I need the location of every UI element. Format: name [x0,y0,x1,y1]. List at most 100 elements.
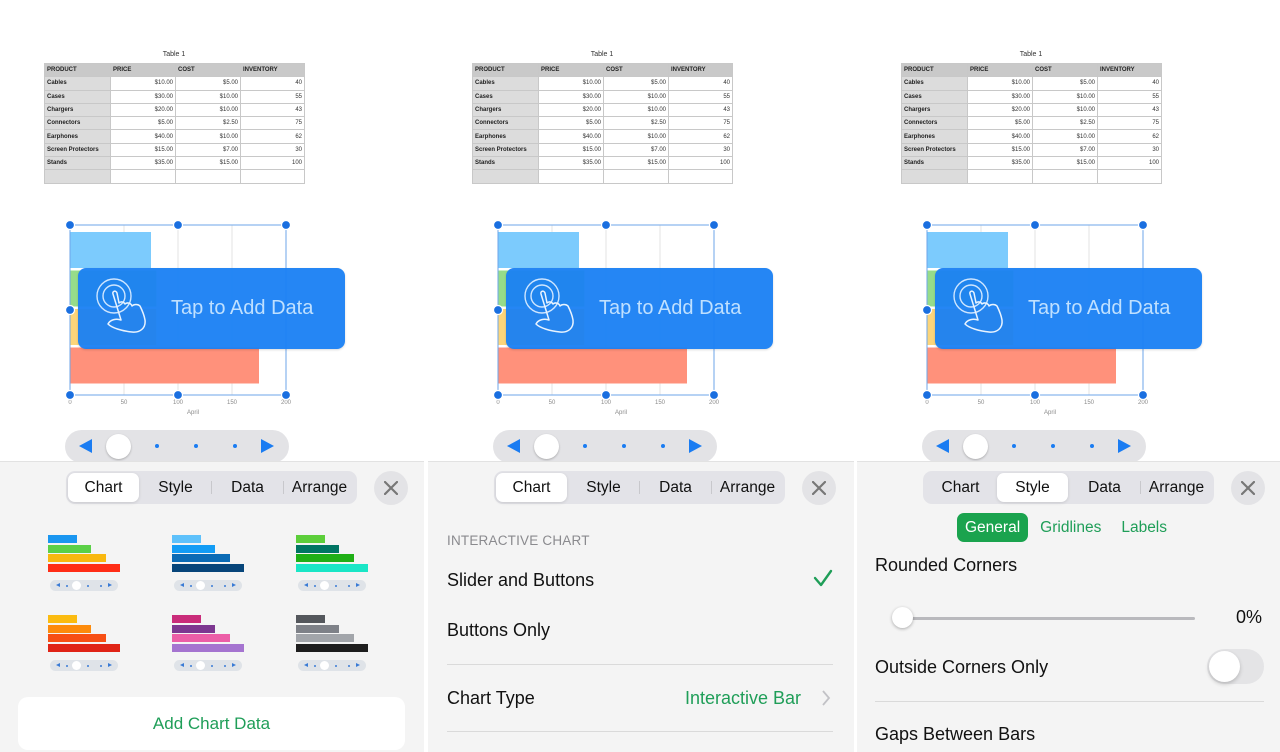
table-cell[interactable]: $10.00 [1032,89,1098,104]
table-row[interactable]: Cases $30.00 $10.00 55 [44,89,305,104]
previous-triangle-icon[interactable] [507,439,520,453]
bar-4[interactable] [927,347,1116,384]
table-cell[interactable]: $5.00 [1032,76,1098,91]
tab-data[interactable]: Data [1069,473,1140,502]
rounded-corners-slider-track[interactable] [902,617,1195,620]
bar-4[interactable] [70,347,259,384]
table-cell[interactable]: 100 [1097,156,1162,171]
table-cell[interactable]: $30.00 [967,89,1033,104]
table-cell[interactable] [603,169,669,184]
row-header-cell[interactable] [472,169,539,184]
bar-4[interactable] [498,347,687,384]
close-button[interactable] [374,471,408,505]
table-row[interactable]: Screen Protectors $15.00 $7.00 30 [901,142,1162,158]
table-cell[interactable]: $15.00 [967,142,1033,158]
table-cell[interactable]: $10.00 [175,89,241,104]
column-header[interactable]: INVENTORY [1097,62,1162,78]
table-cell[interactable] [967,169,1033,184]
row-header-cell[interactable]: Connectors [44,116,111,131]
table-cell[interactable]: 30 [668,142,733,158]
tab-style[interactable]: Style [568,473,639,502]
column-header[interactable]: PRODUCT [472,62,539,78]
option-slider-and-buttons[interactable]: Slider and Buttons [447,569,833,591]
table-cell[interactable] [240,169,305,184]
previous-triangle-icon[interactable] [79,439,92,453]
resize-handle[interactable] [492,219,504,231]
tab-arrange[interactable]: Arrange [284,473,355,502]
tab-arrange[interactable]: Arrange [1141,473,1212,502]
resize-handle[interactable] [1029,389,1041,401]
tab-chart[interactable]: Chart [68,473,139,502]
table-row[interactable]: Screen Protectors $15.00 $7.00 30 [472,142,733,158]
table-row[interactable]: Cables $10.00 $5.00 40 [472,76,733,91]
table-cell[interactable]: $15.00 [110,142,176,158]
column-header[interactable]: PRICE [110,62,176,78]
table-cell[interactable]: 100 [668,156,733,171]
resize-handle[interactable] [64,304,76,316]
row-header-cell[interactable]: Chargers [472,102,539,118]
chart-style-option[interactable] [296,535,370,595]
row-header-cell[interactable]: Stands [472,156,539,171]
table-cell[interactable]: $35.00 [538,156,604,171]
step-dot[interactable] [622,444,626,448]
row-header-cell[interactable]: Cables [44,76,111,91]
resize-handle[interactable] [708,389,720,401]
resize-handle[interactable] [600,389,612,401]
table-cell[interactable]: $5.00 [175,76,241,91]
table-cell[interactable]: $10.00 [1032,129,1098,144]
row-header-cell[interactable]: Chargers [901,102,968,118]
table-cell[interactable]: $15.00 [1032,156,1098,171]
column-header[interactable]: PRICE [967,62,1033,78]
table-cell[interactable]: $5.00 [538,116,604,131]
resize-handle[interactable] [64,219,76,231]
table-cell[interactable]: $30.00 [538,89,604,104]
table-cell[interactable]: 62 [668,129,733,144]
resize-handle[interactable] [172,389,184,401]
row-header-cell[interactable] [901,169,968,184]
interactive-chart-slider[interactable] [922,430,1146,463]
table-cell[interactable]: $5.00 [603,76,669,91]
table-row[interactable]: Earphones $40.00 $10.00 62 [472,129,733,144]
table-cell[interactable]: $10.00 [110,76,176,91]
table-cell[interactable]: $40.00 [967,129,1033,144]
table-cell[interactable]: 62 [240,129,305,144]
table-cell[interactable]: 62 [1097,129,1162,144]
resize-handle[interactable] [1137,389,1149,401]
close-button[interactable] [802,471,836,505]
row-header-cell[interactable]: Cables [901,76,968,91]
table-cell[interactable]: $2.50 [603,116,669,131]
tab-chart[interactable]: Chart [925,473,996,502]
bar-1[interactable] [498,232,579,268]
table-cell[interactable] [1032,169,1098,184]
table-row[interactable]: Stands $35.00 $15.00 100 [901,156,1162,171]
row-header-cell[interactable] [44,169,111,184]
table-cell[interactable]: $15.00 [175,156,241,171]
resize-handle[interactable] [708,219,720,231]
table-cell[interactable]: 40 [240,76,305,91]
option-buttons-only[interactable]: Buttons Only [447,620,833,641]
table-row[interactable]: Stands $35.00 $15.00 100 [44,156,305,171]
table-row[interactable]: Earphones $40.00 $10.00 62 [44,129,305,144]
table-cell[interactable] [538,169,604,184]
table-cell[interactable]: $10.00 [603,129,669,144]
table-cell[interactable] [1097,169,1162,184]
table-row[interactable] [44,169,305,184]
column-header[interactable]: INVENTORY [240,62,305,78]
resize-handle[interactable] [921,219,933,231]
table-row[interactable]: Cables $10.00 $5.00 40 [44,76,305,91]
step-dot[interactable] [155,444,159,448]
tap-to-add-data-button[interactable]: Tap to Add Data [506,268,773,349]
table-cell[interactable]: $2.50 [175,116,241,131]
table-row[interactable]: Earphones $40.00 $10.00 62 [901,129,1162,144]
row-header-cell[interactable]: Connectors [472,116,539,131]
next-triangle-icon[interactable] [261,439,274,453]
table-cell[interactable]: $10.00 [1032,102,1098,118]
column-header[interactable]: INVENTORY [668,62,733,78]
table-row[interactable]: Chargers $20.00 $10.00 43 [44,102,305,118]
table-cell[interactable]: $10.00 [175,129,241,144]
table-cell[interactable]: $20.00 [538,102,604,118]
table-cell[interactable]: 55 [1097,89,1162,104]
table-cell[interactable] [668,169,733,184]
table-cell[interactable]: $10.00 [603,89,669,104]
table-row[interactable] [472,169,733,184]
